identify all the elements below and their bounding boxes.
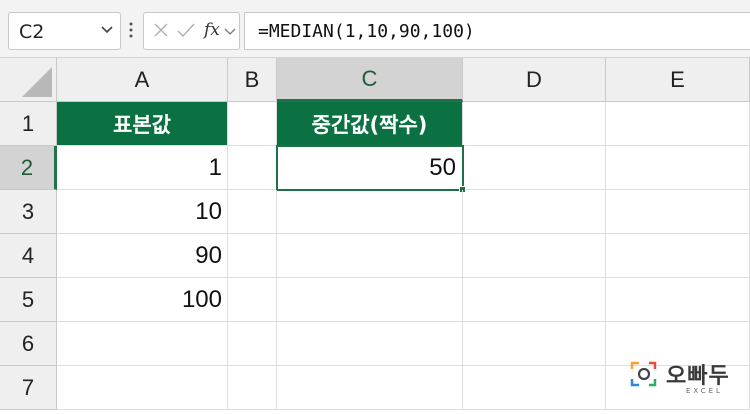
cell-b7[interactable] [228, 366, 277, 410]
cell-d4[interactable] [463, 234, 606, 278]
cell-a5[interactable]: 100 [57, 278, 228, 322]
cell-b4[interactable] [228, 234, 277, 278]
logo-icon [630, 361, 657, 387]
cell-e4[interactable] [606, 234, 750, 278]
row-header-5[interactable]: 5 [0, 278, 57, 322]
brand-logo: 오빠두 EXCEL [630, 356, 740, 400]
insert-function-button[interactable]: fx [204, 20, 220, 40]
cell-c7[interactable] [277, 366, 463, 410]
logo-subtitle: EXCEL [686, 387, 723, 395]
logo-name: 오빠두 [666, 364, 730, 389]
cell-b3[interactable] [228, 190, 277, 234]
cell-c2[interactable]: 50 [276, 145, 464, 191]
chevron-down-icon[interactable] [100, 22, 114, 36]
cell-d6[interactable] [463, 322, 606, 366]
row-header-6[interactable]: 6 [0, 322, 57, 366]
column-header-d[interactable]: D [463, 58, 606, 102]
cell-a7[interactable] [57, 366, 228, 410]
row-header-2[interactable]: 2 [0, 146, 57, 190]
cell-b6[interactable] [228, 322, 277, 366]
cell-c5[interactable] [277, 278, 463, 322]
cell-c4[interactable] [277, 234, 463, 278]
column-header-e[interactable]: E [606, 58, 750, 102]
formula-bar-area: C2 fx =MEDIAN(1,10,90,100) [0, 0, 750, 58]
cell-a3[interactable]: 10 [57, 190, 228, 234]
cancel-icon[interactable] [152, 21, 170, 39]
cell-a2[interactable]: 1 [57, 146, 228, 190]
cell-b5[interactable] [228, 278, 277, 322]
cell-e2[interactable] [606, 146, 750, 190]
more-options-icon[interactable] [128, 18, 134, 42]
cell-e1[interactable] [606, 102, 750, 146]
row-header-1[interactable]: 1 [0, 102, 57, 146]
cell-d2[interactable] [463, 146, 606, 190]
cell-d3[interactable] [463, 190, 606, 234]
cell-d1[interactable] [463, 102, 606, 146]
cell-a1[interactable]: 표본값 [57, 102, 228, 146]
select-all-button[interactable] [0, 58, 57, 102]
cell-d5[interactable] [463, 278, 606, 322]
row-header-4[interactable]: 4 [0, 234, 57, 278]
cell-e5[interactable] [606, 278, 750, 322]
formula-input[interactable]: =MEDIAN(1,10,90,100) [244, 12, 750, 50]
cell-c1[interactable]: 중간값(짝수) [277, 102, 463, 146]
name-box-value: C2 [19, 21, 45, 43]
column-header-a[interactable]: A [57, 58, 228, 102]
cell-e3[interactable] [606, 190, 750, 234]
cell-c3[interactable] [277, 190, 463, 234]
name-box[interactable]: C2 [8, 12, 121, 50]
cell-b2[interactable] [228, 146, 277, 190]
column-header-b[interactable]: B [228, 58, 277, 102]
row-header-3[interactable]: 3 [0, 190, 57, 234]
cell-a6[interactable] [57, 322, 228, 366]
check-icon[interactable] [176, 21, 196, 39]
row-header-7[interactable]: 7 [0, 366, 57, 410]
cell-c6[interactable] [277, 322, 463, 366]
chevron-down-icon[interactable] [224, 25, 236, 37]
formula-buttons: fx [143, 12, 240, 50]
cell-d7[interactable] [463, 366, 606, 410]
cell-a4[interactable]: 90 [57, 234, 228, 278]
column-header-c[interactable]: C [277, 58, 463, 102]
cell-b1[interactable] [228, 102, 277, 146]
formula-text: =MEDIAN(1,10,90,100) [258, 21, 475, 42]
